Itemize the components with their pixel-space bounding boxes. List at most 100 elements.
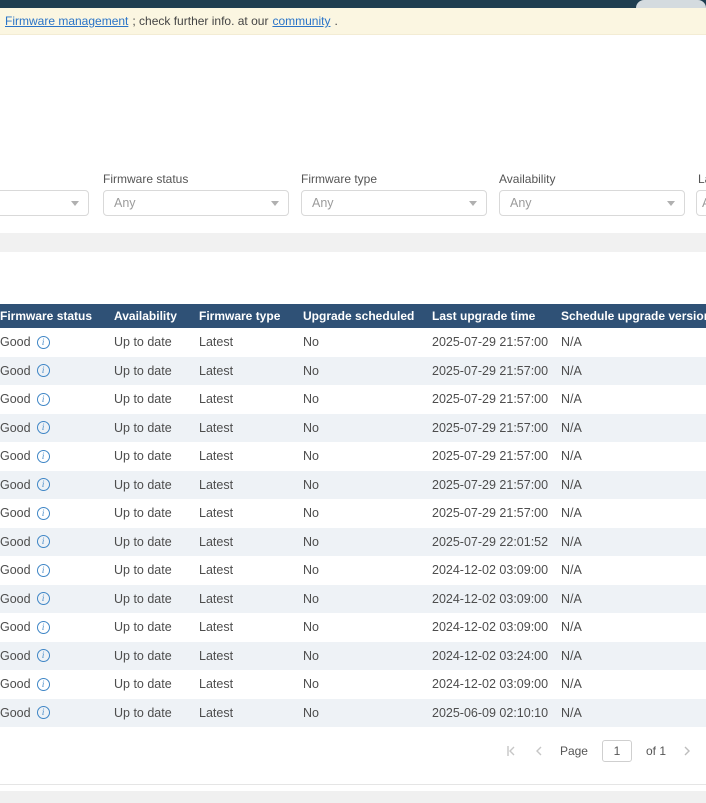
info-icon[interactable]: [36, 592, 50, 606]
info-icon[interactable]: [36, 677, 50, 691]
firmware-type-cell: Latest: [199, 363, 234, 378]
schedule-upgrade-version-cell: N/A: [561, 363, 582, 378]
first-page-icon[interactable]: [504, 744, 518, 758]
section-divider-band: [0, 233, 706, 252]
firmware-management-link[interactable]: Firmware management: [5, 14, 128, 28]
info-icon[interactable]: [36, 620, 50, 634]
table-row[interactable]: Good Up to date Latest No 2025-07-29 21:…: [0, 413, 706, 442]
firmware-status-value: Good: [0, 477, 31, 492]
info-icon[interactable]: [36, 506, 50, 520]
firmware-status-dropdown[interactable]: Any: [103, 190, 289, 216]
table-row[interactable]: Good Up to date Latest No 2025-07-29 21:…: [0, 470, 706, 499]
info-icon[interactable]: [36, 563, 50, 577]
table-row[interactable]: Good Up to date Latest No 2025-07-29 21:…: [0, 385, 706, 414]
info-icon[interactable]: [36, 421, 50, 435]
community-link[interactable]: community: [272, 14, 330, 28]
firmware-type-cell: Latest: [199, 420, 234, 435]
availability-cell: Up to date: [114, 506, 172, 521]
firmware-status-value: Good: [0, 591, 31, 606]
last-upgrade-time-cell: 2025-06-09 02:10:10: [432, 705, 549, 720]
info-icon[interactable]: [36, 649, 50, 663]
page-number-input[interactable]: [601, 740, 632, 762]
firmware-type-cell: Latest: [199, 648, 234, 663]
column-header-firmware-type: Firmware type: [199, 309, 281, 323]
firmware-status-cell: Good: [0, 478, 114, 492]
firmware-status-value: Good: [0, 449, 31, 464]
info-icon[interactable]: [36, 535, 50, 549]
firmware-status-value: Good: [0, 420, 31, 435]
filter-dropdown-partial-left[interactable]: [0, 190, 89, 216]
info-icon[interactable]: [36, 478, 50, 492]
firmware-type-dropdown[interactable]: Any: [301, 190, 487, 216]
next-page-icon[interactable]: [680, 744, 694, 758]
info-icon[interactable]: [36, 392, 50, 406]
last-upgrade-time-cell: 2025-07-29 21:57:00: [432, 449, 549, 464]
previous-page-icon[interactable]: [532, 744, 546, 758]
upgrade-scheduled-cell: No: [303, 705, 319, 720]
last-upgrade-time-cell: 2024-12-02 03:09:00: [432, 677, 549, 692]
table-row[interactable]: Good Up to date Latest No 2024-12-02 03:…: [0, 670, 706, 699]
table-row[interactable]: Good Up to date Latest No 2024-12-02 03:…: [0, 556, 706, 585]
firmware-status-cell: Good: [0, 592, 114, 606]
chevron-down-icon: [271, 201, 279, 206]
firmware-status-cell: Good: [0, 449, 114, 463]
last-upgrade-time-cell: 2025-07-29 21:57:00: [432, 506, 549, 521]
last-upgrade-time-cell: 2024-12-02 03:09:00: [432, 563, 549, 578]
dropdown-selected-value: Any: [510, 196, 532, 210]
column-header-upgrade-scheduled: Upgrade scheduled: [303, 309, 415, 323]
firmware-status-cell: Good: [0, 620, 114, 634]
upgrade-scheduled-cell: No: [303, 620, 319, 635]
availability-cell: Up to date: [114, 392, 172, 407]
info-icon[interactable]: [36, 706, 50, 720]
pagination: Page of 1: [504, 739, 694, 763]
firmware-type-cell: Latest: [199, 392, 234, 407]
table-row[interactable]: Good Up to date Latest No 2025-07-29 21:…: [0, 499, 706, 528]
upgrade-scheduled-cell: No: [303, 392, 319, 407]
upgrade-scheduled-cell: No: [303, 449, 319, 464]
firmware-status-cell: Good: [0, 535, 114, 549]
availability-cell: Up to date: [114, 591, 172, 606]
last-upgrade-time-cell: 2025-07-29 21:57:00: [432, 335, 549, 350]
firmware-type-cell: Latest: [199, 335, 234, 350]
firmware-table: Firmware status Availability Firmware ty…: [0, 304, 706, 727]
table-row[interactable]: Good Up to date Latest No 2025-07-29 21:…: [0, 356, 706, 385]
schedule-upgrade-version-cell: N/A: [561, 534, 582, 549]
schedule-upgrade-version-cell: N/A: [561, 335, 582, 350]
info-icon[interactable]: [36, 335, 50, 349]
firmware-type-cell: Latest: [199, 620, 234, 635]
firmware-type-cell: Latest: [199, 677, 234, 692]
availability-cell: Up to date: [114, 477, 172, 492]
notice-text-end: .: [334, 14, 338, 28]
firmware-type-cell: Latest: [199, 705, 234, 720]
availability-cell: Up to date: [114, 363, 172, 378]
availability-cell: Up to date: [114, 534, 172, 549]
table-row[interactable]: Good Up to date Latest No 2024-12-02 03:…: [0, 613, 706, 642]
availability-dropdown[interactable]: Any: [499, 190, 685, 216]
firmware-status-cell: Good: [0, 421, 114, 435]
notice-text: ; check further info. at our: [132, 14, 269, 28]
firmware-type-cell: Latest: [199, 477, 234, 492]
firmware-type-cell: Latest: [199, 506, 234, 521]
firmware-status-value: Good: [0, 677, 31, 692]
schedule-upgrade-version-cell: N/A: [561, 477, 582, 492]
table-row[interactable]: Good Up to date Latest No 2025-06-09 02:…: [0, 698, 706, 727]
partial-right-dropdown[interactable]: Any: [696, 190, 706, 216]
table-row[interactable]: Good Up to date Latest No 2025-07-29 21:…: [0, 328, 706, 357]
firmware-type-cell: Latest: [199, 449, 234, 464]
info-icon[interactable]: [36, 364, 50, 378]
table-row[interactable]: Good Up to date Latest No 2024-12-02 03:…: [0, 584, 706, 613]
availability-cell: Up to date: [114, 705, 172, 720]
upgrade-scheduled-cell: No: [303, 677, 319, 692]
info-icon[interactable]: [36, 449, 50, 463]
table-row[interactable]: Good Up to date Latest No 2025-07-29 22:…: [0, 527, 706, 556]
availability-cell: Up to date: [114, 563, 172, 578]
column-header-firmware-status: Firmware status: [0, 309, 93, 323]
horizontal-scrollbar[interactable]: [0, 791, 706, 803]
top-bar: [0, 0, 706, 8]
table-row[interactable]: Good Up to date Latest No 2025-07-29 21:…: [0, 442, 706, 471]
table-row[interactable]: Good Up to date Latest No 2024-12-02 03:…: [0, 641, 706, 670]
page-count-label: of 1: [645, 744, 666, 758]
firmware-status-cell: Good: [0, 335, 114, 349]
last-upgrade-time-cell: 2025-07-29 21:57:00: [432, 363, 549, 378]
firmware-type-cell: Latest: [199, 534, 234, 549]
